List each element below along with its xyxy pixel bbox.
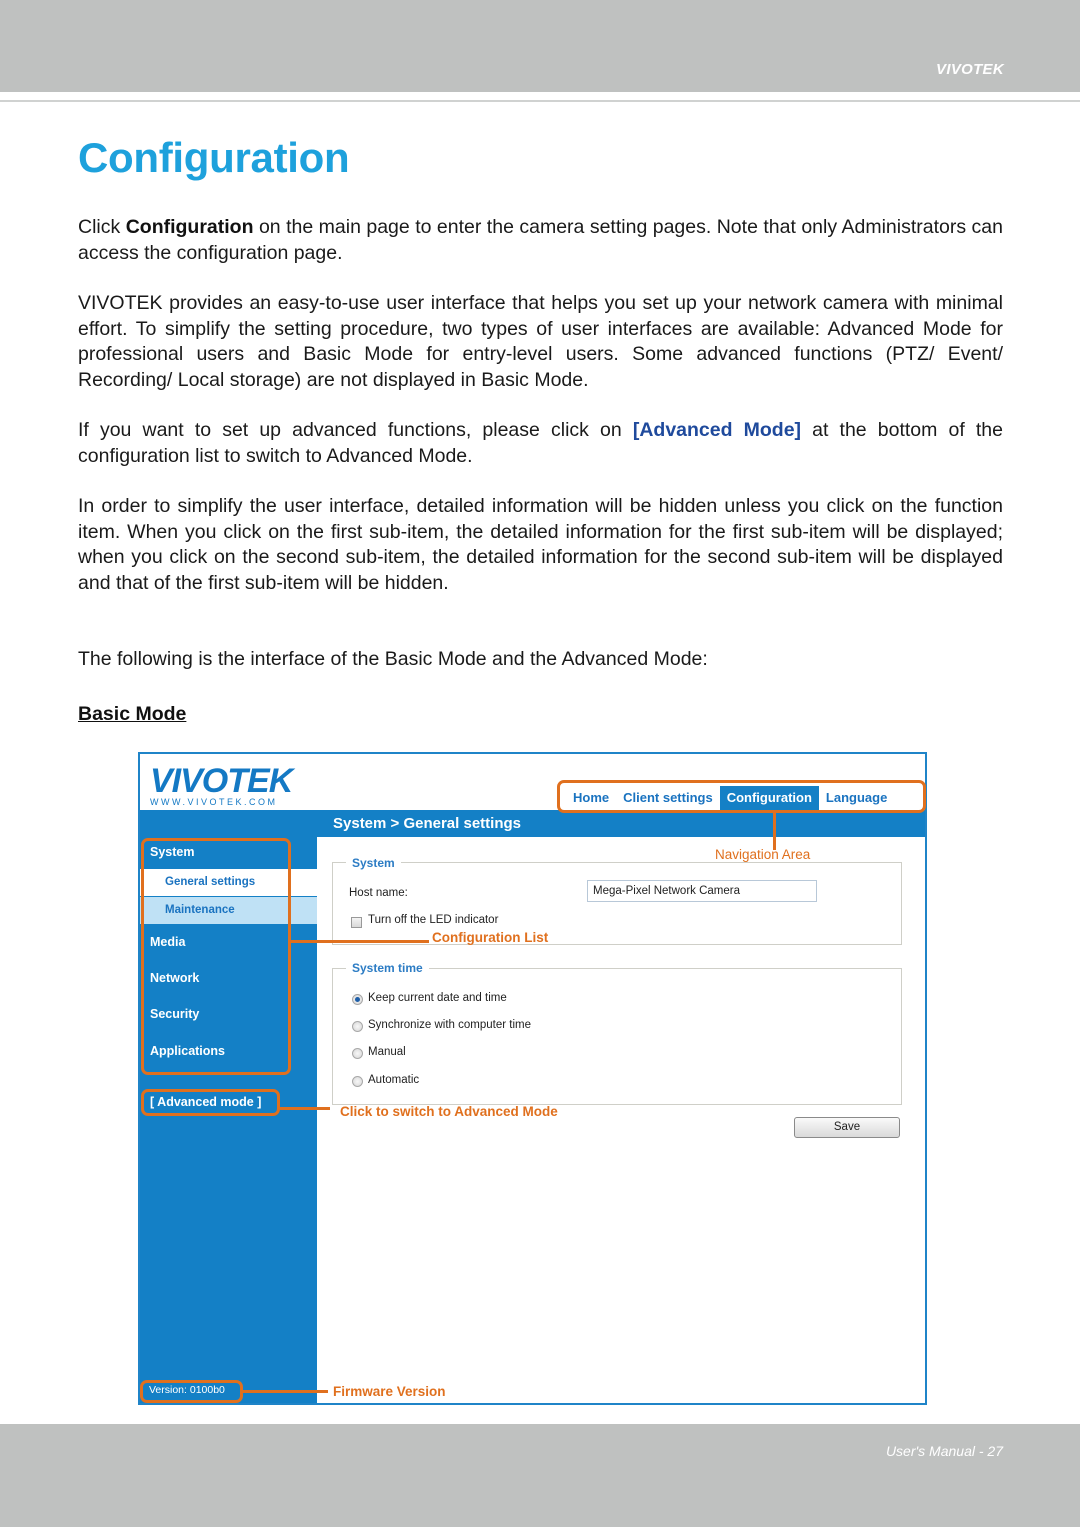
logo-url: WWW.VIVOTEK.COM: [150, 797, 278, 807]
logo-word: VIVOTEK: [150, 762, 293, 800]
system-fieldset: [332, 862, 902, 945]
radio-label-automatic: Automatic: [368, 1074, 420, 1086]
firmware-version-connector: [243, 1390, 328, 1393]
configuration-list-label: Configuration List: [432, 930, 549, 945]
led-label: Turn off the LED indicator: [368, 914, 499, 926]
system-time-legend: System time: [346, 961, 429, 975]
radio-label-manual: Manual: [368, 1046, 406, 1058]
radio-manual[interactable]: [352, 1048, 363, 1059]
advanced-mode-switch-label: Click to switch to Advanced Mode: [340, 1104, 558, 1119]
breadcrumb-bar: [140, 810, 925, 837]
firmware-version-highlight: [140, 1380, 243, 1403]
navigation-area-label: Navigation Area: [715, 847, 811, 862]
header-divider: [0, 100, 1080, 102]
page-number: User's Manual - 27: [885, 1443, 1003, 1459]
radio-sync-computer[interactable]: [352, 1021, 363, 1032]
paragraph-following: The following is the interface of the Ba…: [78, 648, 708, 670]
p1-text: Click: [78, 216, 126, 238]
header-band: [0, 0, 1080, 92]
save-button[interactable]: Save: [794, 1117, 900, 1138]
advanced-mode-highlight: [141, 1089, 280, 1116]
footer-band: [0, 1424, 1080, 1527]
paragraph-intro: Click Configuration on the main page to …: [78, 215, 1003, 266]
p3-text: If you want to set up advanced functions…: [78, 419, 633, 441]
radio-keep-current[interactable]: [352, 994, 363, 1005]
advanced-mode-connector: [280, 1107, 330, 1110]
brand-logo-text: VIVOTEK: [936, 61, 1004, 78]
paragraph-hidden-info: In order to simplify the user interface,…: [78, 495, 1003, 594]
firmware-version-label: Firmware Version: [333, 1384, 446, 1399]
basic-mode-heading: Basic Mode: [78, 703, 187, 725]
breadcrumb: System > General settings: [333, 815, 521, 832]
page-title: Configuration: [78, 134, 350, 181]
configuration-list-connector: [291, 940, 429, 943]
system-legend: System: [346, 856, 401, 870]
configuration-list-highlight: [141, 838, 291, 1075]
radio-label-sync-computer: Synchronize with computer time: [368, 1019, 531, 1031]
led-checkbox[interactable]: [351, 917, 362, 928]
paragraph-modes: VIVOTEK provides an easy-to-use user int…: [78, 292, 1003, 391]
radio-automatic[interactable]: [352, 1076, 363, 1087]
radio-label-keep-current: Keep current date and time: [368, 992, 507, 1004]
p1-bold-term: Configuration: [125, 216, 254, 238]
host-name-label: Host name:: [349, 887, 408, 899]
navigation-area-connector: [773, 812, 776, 850]
advanced-mode-reference: [Advanced Mode]: [632, 419, 802, 441]
vivotek-logo: VIVOTEK WWW.VIVOTEK.COM: [150, 762, 293, 807]
paragraph-advanced: If you want to set up advanced functions…: [78, 418, 1003, 469]
host-name-input[interactable]: [587, 880, 817, 902]
navigation-area-highlight: [557, 780, 926, 813]
